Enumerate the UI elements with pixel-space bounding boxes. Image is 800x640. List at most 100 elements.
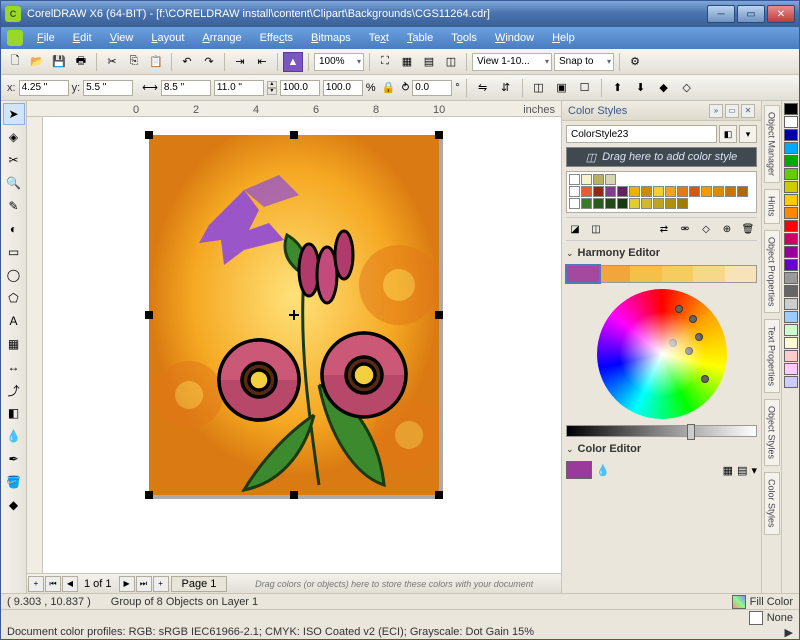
close-button[interactable]: ✕ [767,5,795,23]
to-front-icon[interactable]: ⬆ [608,78,628,98]
import-icon[interactable]: ⇥ [230,52,250,72]
color-palette-icon[interactable]: ▤ [737,464,747,477]
eyedropper-icon[interactable]: 💧 [596,464,610,477]
swatch[interactable] [569,186,580,197]
swatch[interactable] [725,186,736,197]
grid-icon[interactable]: ▤ [419,52,439,72]
open-icon[interactable]: 📂 [27,52,47,72]
palette-color[interactable] [784,168,798,180]
convert-icon[interactable]: ◆ [654,78,674,98]
menu-edit[interactable]: Edit [65,30,100,46]
app-menu-icon[interactable] [7,30,23,46]
harmony-swatch[interactable] [567,266,599,282]
next-page-icon[interactable]: ▶ [119,576,135,592]
rotation-input[interactable] [412,80,452,96]
dock-tab[interactable]: Color Styles [764,472,780,535]
menu-bitmaps[interactable]: Bitmaps [303,30,359,46]
rectangle-tool[interactable]: ▭ [3,241,25,263]
swatch[interactable] [653,186,664,197]
mirror-h-icon[interactable]: ⇋ [473,78,493,98]
ruler-vertical[interactable] [27,117,43,573]
prev-page-icon[interactable]: ◀ [62,576,78,592]
maximize-button[interactable]: ▭ [737,5,765,23]
menu-file[interactable]: File [29,30,63,46]
swatch[interactable] [641,186,652,197]
swatch[interactable] [593,186,604,197]
panel-close-icon[interactable]: ✕ [741,104,755,118]
panel-menu-icon[interactable]: ▭ [725,104,739,118]
palette-color[interactable] [784,220,798,232]
harmony-swatch[interactable] [662,266,694,282]
swatch[interactable] [617,186,628,197]
new-style-icon[interactable]: ◪ [566,220,584,238]
convert-icon[interactable]: ⇄ [655,220,673,238]
harmony-swatch[interactable] [630,266,662,282]
redo-icon[interactable]: ↷ [199,52,219,72]
mirror-v-icon[interactable]: ⇵ [496,78,516,98]
swatch[interactable] [665,198,676,209]
smart-fill-tool[interactable]: ◐ [3,218,25,240]
fill-tool[interactable]: 🪣 [3,471,25,493]
swatch[interactable] [593,174,604,185]
palette-color[interactable] [784,142,798,154]
first-page-icon[interactable]: ⏮ [45,576,61,592]
palette-color[interactable] [784,207,798,219]
swatch[interactable] [641,198,652,209]
dock-tab[interactable]: Object Manager [764,105,780,183]
palette-color[interactable] [784,103,798,115]
current-color-swatch[interactable] [566,461,592,479]
shape-tool[interactable]: ◈ [3,126,25,148]
menu-help[interactable]: Help [544,30,583,46]
dimension-tool[interactable]: ↔ [3,356,25,378]
swatch[interactable] [581,198,592,209]
color-wheel[interactable] [597,289,727,419]
group-icon[interactable]: ▣ [552,78,572,98]
swatch[interactable] [677,198,688,209]
view-preset-select[interactable]: View 1-10... [472,53,552,71]
palette-color[interactable] [784,298,798,310]
menu-effects[interactable]: Effects [252,30,301,46]
swatch[interactable] [617,198,628,209]
palette-color[interactable] [784,285,798,297]
swatch[interactable] [581,186,592,197]
merge-icon[interactable]: ⊕ [718,220,736,238]
menu-view[interactable]: View [102,30,142,46]
paste-icon[interactable]: 📋 [146,52,166,72]
palette-color[interactable] [784,233,798,245]
swatch[interactable] [665,186,676,197]
zoom-level-select[interactable]: 100% [314,53,364,71]
copy-icon[interactable]: ⎘ [124,52,144,72]
fullscreen-icon[interactable]: ⛶ [375,52,395,72]
new-harmony-icon[interactable]: ◫ [587,220,605,238]
swatch[interactable] [629,198,640,209]
snap-select[interactable]: Snap to [554,53,614,71]
harmony-swatch[interactable] [693,266,725,282]
swatch[interactable] [653,198,664,209]
color-editor-header[interactable]: Color Editor [566,441,757,457]
harmony-header[interactable]: Harmony Editor [566,245,757,261]
height-input[interactable] [214,80,264,96]
palette-color[interactable] [784,350,798,362]
ungroup-icon[interactable]: ◫ [529,78,549,98]
pick-tool[interactable]: ➤ [3,103,25,125]
drop-hint[interactable]: ◫Drag here to add color style [566,147,757,167]
harmony-swatch[interactable] [725,266,757,282]
ruler-horizontal[interactable]: 0246810 inches [27,101,561,117]
dock-tab[interactable]: Text Properties [764,319,780,393]
lock-ratio-icon[interactable]: 🔒 [379,78,399,98]
swatch[interactable] [593,198,604,209]
swatch[interactable] [605,198,616,209]
panel-collapse-icon[interactable]: » [709,104,723,118]
swatch[interactable] [569,174,580,185]
swatch[interactable] [689,186,700,197]
add-page-icon[interactable]: + [28,576,44,592]
ungroup-all-icon[interactable]: ☐ [575,78,595,98]
publish-icon[interactable]: ▲ [283,52,303,72]
dock-tab[interactable]: Hints [764,189,780,224]
scale-x-input[interactable] [280,80,320,96]
to-back-icon[interactable]: ⬇ [631,78,651,98]
palette-color[interactable] [784,155,798,167]
menu-arrange[interactable]: Arrange [194,30,249,46]
undo-icon[interactable]: ↶ [177,52,197,72]
palette-color[interactable] [784,324,798,336]
